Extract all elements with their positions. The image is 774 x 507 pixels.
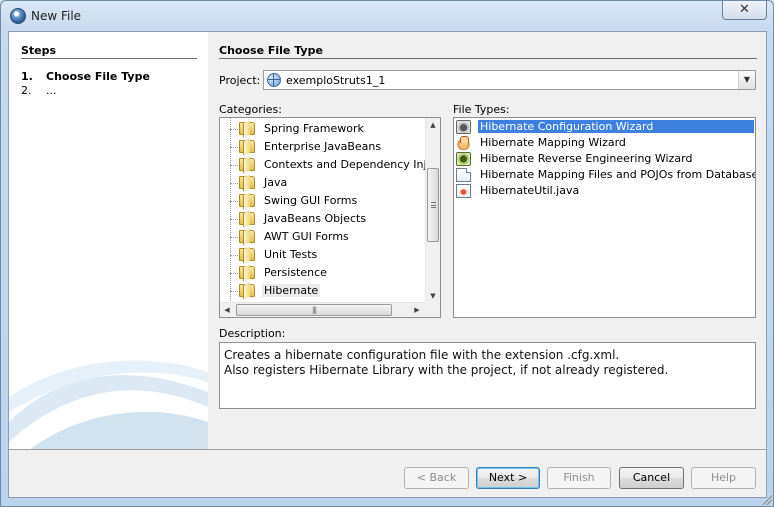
categories-tree[interactable]: Spring Framework Enterprise JavaBeans Co… xyxy=(219,117,441,318)
folder-icon xyxy=(239,212,255,225)
steps-divider xyxy=(21,58,197,59)
file-types-list[interactable]: Hibernate Configuration Wizard Hibernate… xyxy=(453,117,756,318)
tree-connector xyxy=(230,183,238,184)
category-awt-gui-forms[interactable]: AWT GUI Forms xyxy=(220,228,426,246)
category-javabeans-objects[interactable]: JavaBeans Objects xyxy=(220,210,426,228)
cancel-button[interactable]: Cancel xyxy=(619,467,684,489)
netbeans-app-icon xyxy=(10,8,26,24)
file-types-label: File Types: xyxy=(453,103,510,116)
category-label: AWT GUI Forms xyxy=(264,230,349,243)
step-2: 2.... xyxy=(21,84,57,97)
description-label: Description: xyxy=(219,327,286,340)
tree-connector xyxy=(230,129,238,130)
category-label: Persistence xyxy=(264,266,327,279)
content-title: Choose File Type xyxy=(219,44,323,57)
category-label: Spring Framework xyxy=(264,122,364,135)
tree-connector xyxy=(230,165,238,166)
step-2-number: 2. xyxy=(21,84,32,97)
folder-icon xyxy=(239,248,255,261)
category-unit-tests[interactable]: Unit Tests xyxy=(220,246,426,264)
step-1-number: 1. xyxy=(21,70,33,83)
folder-icon xyxy=(239,122,255,135)
step-1: 1. Choose File Type xyxy=(21,70,150,83)
button-bar: < Back Next > Finish Cancel Help xyxy=(9,450,766,497)
step-2-label: ... xyxy=(46,84,57,97)
tree-connector xyxy=(230,219,238,220)
description-line-2: Also registers Hibernate Library with th… xyxy=(224,363,669,377)
scroll-right-arrow-icon[interactable]: ▶ xyxy=(410,303,424,317)
window-title: New File xyxy=(31,9,82,23)
scroll-up-arrow-icon[interactable]: ▲ xyxy=(426,118,440,132)
categories-vertical-scrollbar[interactable]: ▲ ▼ xyxy=(425,118,440,303)
category-contexts-dependency-injection[interactable]: Contexts and Dependency Inject xyxy=(220,156,440,174)
categories-horizontal-scrollbar[interactable]: ◀ ||| ▶ xyxy=(220,302,440,317)
close-icon: ✕ xyxy=(739,2,750,17)
scroll-left-arrow-icon[interactable]: ◀ xyxy=(220,303,234,317)
java-file-icon xyxy=(456,184,471,198)
title-bar[interactable]: New File ✕ xyxy=(1,1,773,31)
dialog-client-area: Steps 1. Choose File Type 2.... Choose Fi… xyxy=(8,31,767,498)
category-label: Contexts and Dependency Inject xyxy=(264,158,441,171)
document-icon xyxy=(456,168,471,182)
hand-icon xyxy=(456,136,471,150)
category-persistence[interactable]: Persistence xyxy=(220,264,426,282)
category-label: JavaBeans Objects xyxy=(264,212,367,225)
category-hibernate[interactable]: Hibernate xyxy=(220,282,426,300)
project-label: Project: xyxy=(219,74,261,87)
category-label: Java xyxy=(264,176,288,189)
category-label: Hibernate xyxy=(262,284,321,297)
folder-icon xyxy=(239,230,255,243)
folder-icon xyxy=(239,266,255,279)
project-combobox-value: exemploStruts1_1 xyxy=(286,74,386,87)
folder-icon xyxy=(239,194,255,207)
steps-title: Steps xyxy=(21,44,57,57)
new-file-dialog: New File ✕ Steps 1. Choose File Type 2...… xyxy=(0,0,774,507)
tree-connector xyxy=(230,291,238,292)
scrollbar-thumb[interactable] xyxy=(427,168,439,242)
finish-button[interactable]: Finish xyxy=(547,467,611,489)
steps-panel: Steps 1. Choose File Type 2.... xyxy=(9,32,208,450)
category-spring-framework[interactable]: Spring Framework xyxy=(220,120,426,138)
file-type-label: Hibernate Mapping Wizard xyxy=(480,136,626,149)
reverse-wizard-icon xyxy=(456,152,471,166)
tree-connector xyxy=(230,201,238,202)
web-project-icon xyxy=(267,73,281,87)
category-enterprise-javabeans[interactable]: Enterprise JavaBeans xyxy=(220,138,426,156)
category-label: Swing GUI Forms xyxy=(264,194,358,207)
tree-connector xyxy=(230,273,238,274)
categories-label: Categories: xyxy=(219,103,282,116)
folder-icon xyxy=(239,140,255,153)
close-button[interactable]: ✕ xyxy=(722,1,767,20)
project-combobox[interactable]: exemploStruts1_1 ▼ xyxy=(263,70,756,90)
back-button[interactable]: < Back xyxy=(404,467,469,489)
file-type-label: Hibernate Mapping Files and POJOs from D… xyxy=(480,168,756,181)
chevron-down-icon[interactable]: ▼ xyxy=(738,71,755,89)
wizard-icon xyxy=(456,120,471,134)
content-divider xyxy=(219,58,757,59)
scrollbar-corner xyxy=(425,302,440,317)
tree-connector xyxy=(230,147,238,148)
folder-icon xyxy=(239,158,255,171)
grip-icon xyxy=(431,202,436,208)
resize-grip-icon[interactable] xyxy=(762,495,772,505)
help-button[interactable]: Help xyxy=(691,467,756,489)
category-label: Unit Tests xyxy=(264,248,318,261)
decorative-swoosh-graphic xyxy=(9,360,208,450)
file-type-label: Hibernate Reverse Engineering Wizard xyxy=(480,152,693,165)
category-swing-gui-forms[interactable]: Swing GUI Forms xyxy=(220,192,426,210)
file-type-label: HibernateUtil.java xyxy=(480,184,580,197)
description-line-1: Creates a hibernate configuration file w… xyxy=(224,348,620,362)
scroll-down-arrow-icon[interactable]: ▼ xyxy=(426,289,440,303)
category-java[interactable]: Java xyxy=(220,174,426,192)
step-1-label: Choose File Type xyxy=(46,70,150,83)
description-text-area: Creates a hibernate configuration file w… xyxy=(219,342,756,409)
category-label: Enterprise JavaBeans xyxy=(264,140,382,153)
folder-icon xyxy=(239,176,255,189)
scrollbar-thumb[interactable]: ||| xyxy=(236,304,392,316)
next-button[interactable]: Next > xyxy=(476,467,540,489)
tree-connector xyxy=(230,237,238,238)
tree-connector xyxy=(230,255,238,256)
folder-icon xyxy=(239,284,255,297)
file-type-label: Hibernate Configuration Wizard xyxy=(478,120,754,133)
